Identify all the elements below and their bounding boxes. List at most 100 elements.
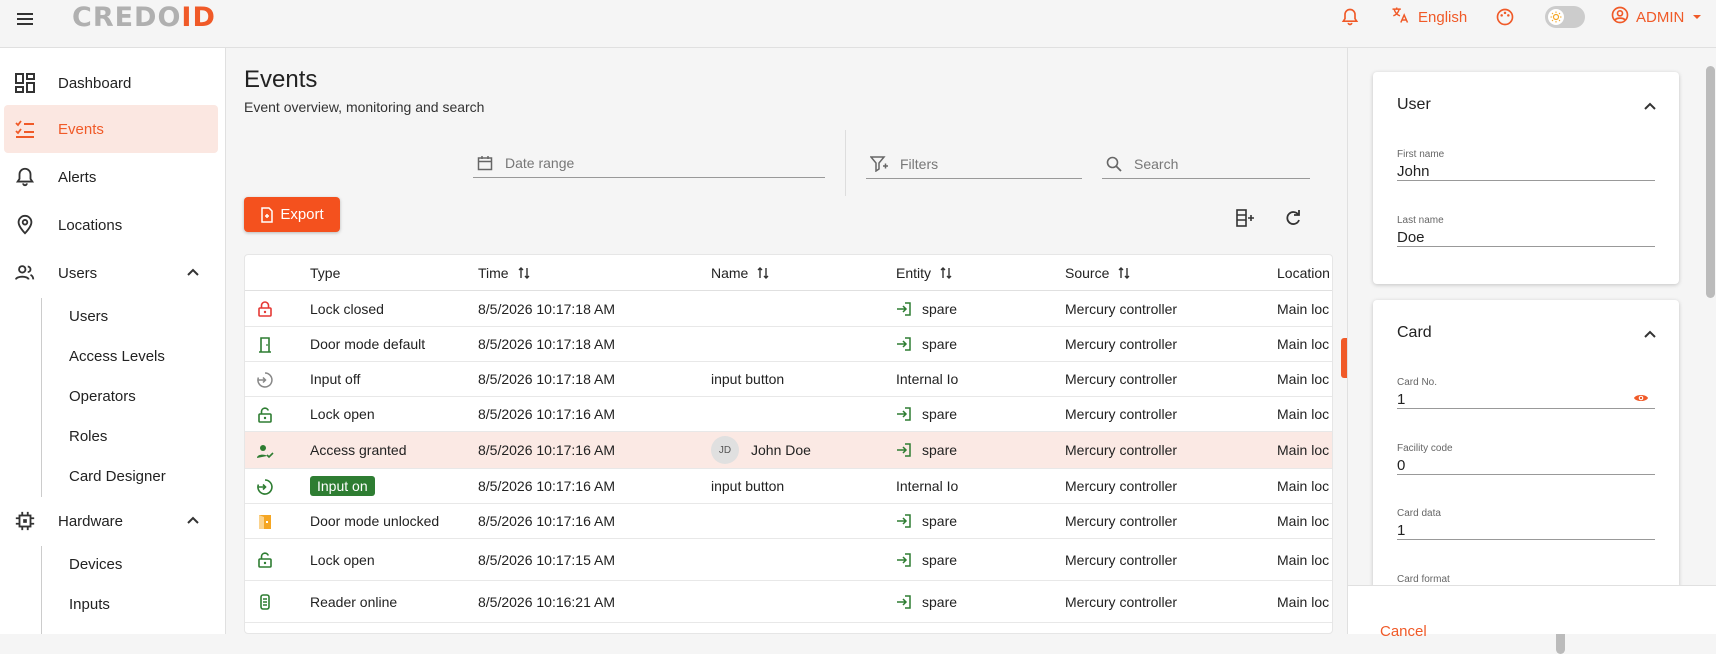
user-menu[interactable]: ADMIN <box>1610 6 1702 28</box>
export-button[interactable]: Export <box>244 197 340 232</box>
cell-time: 8/5/2026 10:17:18 AM <box>478 371 615 387</box>
entity-login-icon <box>897 407 911 421</box>
filters-placeholder: Filters <box>900 155 939 172</box>
panel-scrollbar[interactable] <box>1706 66 1715 298</box>
sidebar-item-alerts[interactable]: Alerts <box>4 153 218 201</box>
cell-location: Main loc <box>1277 478 1330 494</box>
bell-icon[interactable] <box>1340 6 1360 28</box>
sidebar-subitem-inputs[interactable]: Inputs <box>69 596 110 618</box>
table-row[interactable]: Lock closed 8/5/2026 10:17:18 AM spare Merc… <box>245 291 1332 327</box>
panel-footer: Cancel <box>1348 585 1716 640</box>
cell-entity: spare <box>896 504 957 538</box>
filters-input[interactable]: Filters <box>866 149 1082 179</box>
cell-time: 8/5/2026 10:17:16 AM <box>478 478 615 494</box>
sidebar-subitem-card-designer[interactable]: Card Designer <box>69 468 166 490</box>
access-granted-icon <box>256 442 274 460</box>
type-text: Lock open <box>310 551 375 568</box>
cell-type: Door mode unlocked <box>310 504 439 538</box>
table-row[interactable]: Door mode unlocked 8/5/2026 10:17:16 AM sp… <box>245 504 1332 539</box>
cell-entity: spare <box>896 291 957 326</box>
chevron-up-icon <box>186 265 200 279</box>
details-panel: User First name John Last name Doe Card … <box>1347 48 1716 640</box>
date-range-input[interactable]: Date range <box>473 148 825 178</box>
language-selector[interactable]: English <box>1390 6 1467 28</box>
sidebar-item-dashboard[interactable]: Dashboard <box>4 59 218 107</box>
cell-time: 8/5/2026 10:17:16 AM <box>478 513 615 529</box>
cell-name: input button <box>711 469 784 503</box>
table-row[interactable]: Lock open 8/5/2026 10:17:15 AM spare Mercur… <box>245 539 1332 581</box>
card-details-card: Card Card No. 1 Facility code 0 Card dat… <box>1373 300 1679 590</box>
column-header-time[interactable]: Time <box>478 265 531 281</box>
sidebar-subitem-devices[interactable]: Devices <box>69 556 122 578</box>
last-name-field[interactable]: Last name Doe <box>1397 215 1655 247</box>
cell-source: Mercury controller <box>1065 300 1178 317</box>
sidebar-subitem-users[interactable]: Users <box>69 308 108 330</box>
file-export-icon <box>261 206 274 223</box>
table-row[interactable]: Reader online 8/5/2026 10:16:21 AM spare Me… <box>245 581 1332 623</box>
cell-entity: spare <box>896 581 957 622</box>
filter-add-icon <box>870 155 888 172</box>
sort-icon <box>940 267 952 279</box>
table-row[interactable]: Door mode default 8/5/2026 10:17:18 AM spa… <box>245 327 1332 362</box>
table-row[interactable]: Input on 8/5/2026 10:17:16 AM input button… <box>245 469 1332 504</box>
entity-login-icon <box>897 594 911 609</box>
cell-name: JD John Doe <box>711 432 811 468</box>
column-header-location[interactable]: Location <box>1277 265 1330 281</box>
palette-icon[interactable] <box>1495 6 1515 28</box>
sidebar-item-locations[interactable]: Locations <box>4 201 218 249</box>
caret-down-icon <box>1692 9 1702 26</box>
table-row[interactable]: Input off 8/5/2026 10:17:18 AM input butto… <box>245 362 1332 397</box>
cell-location: Main loc <box>1277 513 1330 529</box>
theme-toggle[interactable] <box>1545 6 1585 28</box>
sort-icon <box>1118 267 1130 279</box>
language-label: English <box>1418 8 1468 26</box>
entity-login-icon <box>897 552 911 567</box>
column-header-source[interactable]: Source <box>1065 265 1131 281</box>
sidebar-item-label: Locations <box>58 216 123 234</box>
sidebar-item-users[interactable]: Users <box>4 249 218 297</box>
cell-time: 8/5/2026 10:17:18 AM <box>478 300 615 317</box>
sidebar-item-label: Dashboard <box>58 74 132 92</box>
table-row[interactable]: Lock open 8/5/2026 10:17:16 AM spare Mercur… <box>245 397 1332 432</box>
facility-code-field[interactable]: Facility code 0 <box>1397 443 1655 475</box>
lock-closed-icon <box>256 300 274 318</box>
cell-location: Main loc <box>1277 551 1330 568</box>
menu-icon[interactable] <box>14 8 36 30</box>
account-circle-icon <box>1610 5 1630 29</box>
refresh-icon[interactable] <box>1283 208 1303 228</box>
location-pin-icon <box>14 214 36 236</box>
cell-entity: Internal Io <box>896 371 959 387</box>
cell-location: Main loc <box>1277 442 1330 458</box>
cell-time: 8/5/2026 10:17:18 AM <box>478 336 615 352</box>
cancel-button[interactable]: Cancel <box>1380 623 1427 640</box>
bell-icon <box>14 166 36 188</box>
cell-source: Mercury controller <box>1065 593 1178 610</box>
column-add-icon[interactable] <box>1235 208 1255 228</box>
card-number-field[interactable]: Card No. 1 <box>1397 377 1655 409</box>
table-header: Type Time Name Entity Source Location <box>245 255 1332 291</box>
column-header-entity[interactable]: Entity <box>896 265 953 281</box>
sidebar-subitem-roles[interactable]: Roles <box>69 428 107 450</box>
page-subtitle: Event overview, monitoring and search <box>244 99 485 115</box>
sidebar-item-hardware[interactable]: Hardware <box>4 497 218 545</box>
cell-time: 8/5/2026 10:17:15 AM <box>478 551 615 568</box>
card-data-field[interactable]: Card data 1 <box>1397 508 1655 540</box>
eye-icon[interactable] <box>1633 391 1649 409</box>
toolbar-divider <box>845 130 846 196</box>
search-input[interactable]: Search <box>1102 149 1310 179</box>
sidebar-item-events[interactable]: Events <box>4 105 218 153</box>
first-name-field[interactable]: First name John <box>1397 149 1655 181</box>
sidebar-subitem-access-levels[interactable]: Access Levels <box>69 348 165 370</box>
table-row[interactable]: Access granted 8/5/2026 10:17:16 AM JD John… <box>245 432 1332 469</box>
chevron-up-icon[interactable] <box>1643 327 1657 341</box>
export-label: Export <box>280 206 324 223</box>
avatar: JD <box>711 436 739 464</box>
entity-login-icon <box>897 337 911 351</box>
column-header-type[interactable]: Type <box>310 265 340 281</box>
cell-entity: spare <box>896 327 957 361</box>
sidebar-subitem-operators[interactable]: Operators <box>69 388 136 410</box>
column-header-name[interactable]: Name <box>711 265 770 281</box>
chevron-up-icon[interactable] <box>1643 99 1657 113</box>
cell-name: input button <box>711 362 784 396</box>
app-logo[interactable]: CREDOID <box>72 2 216 33</box>
